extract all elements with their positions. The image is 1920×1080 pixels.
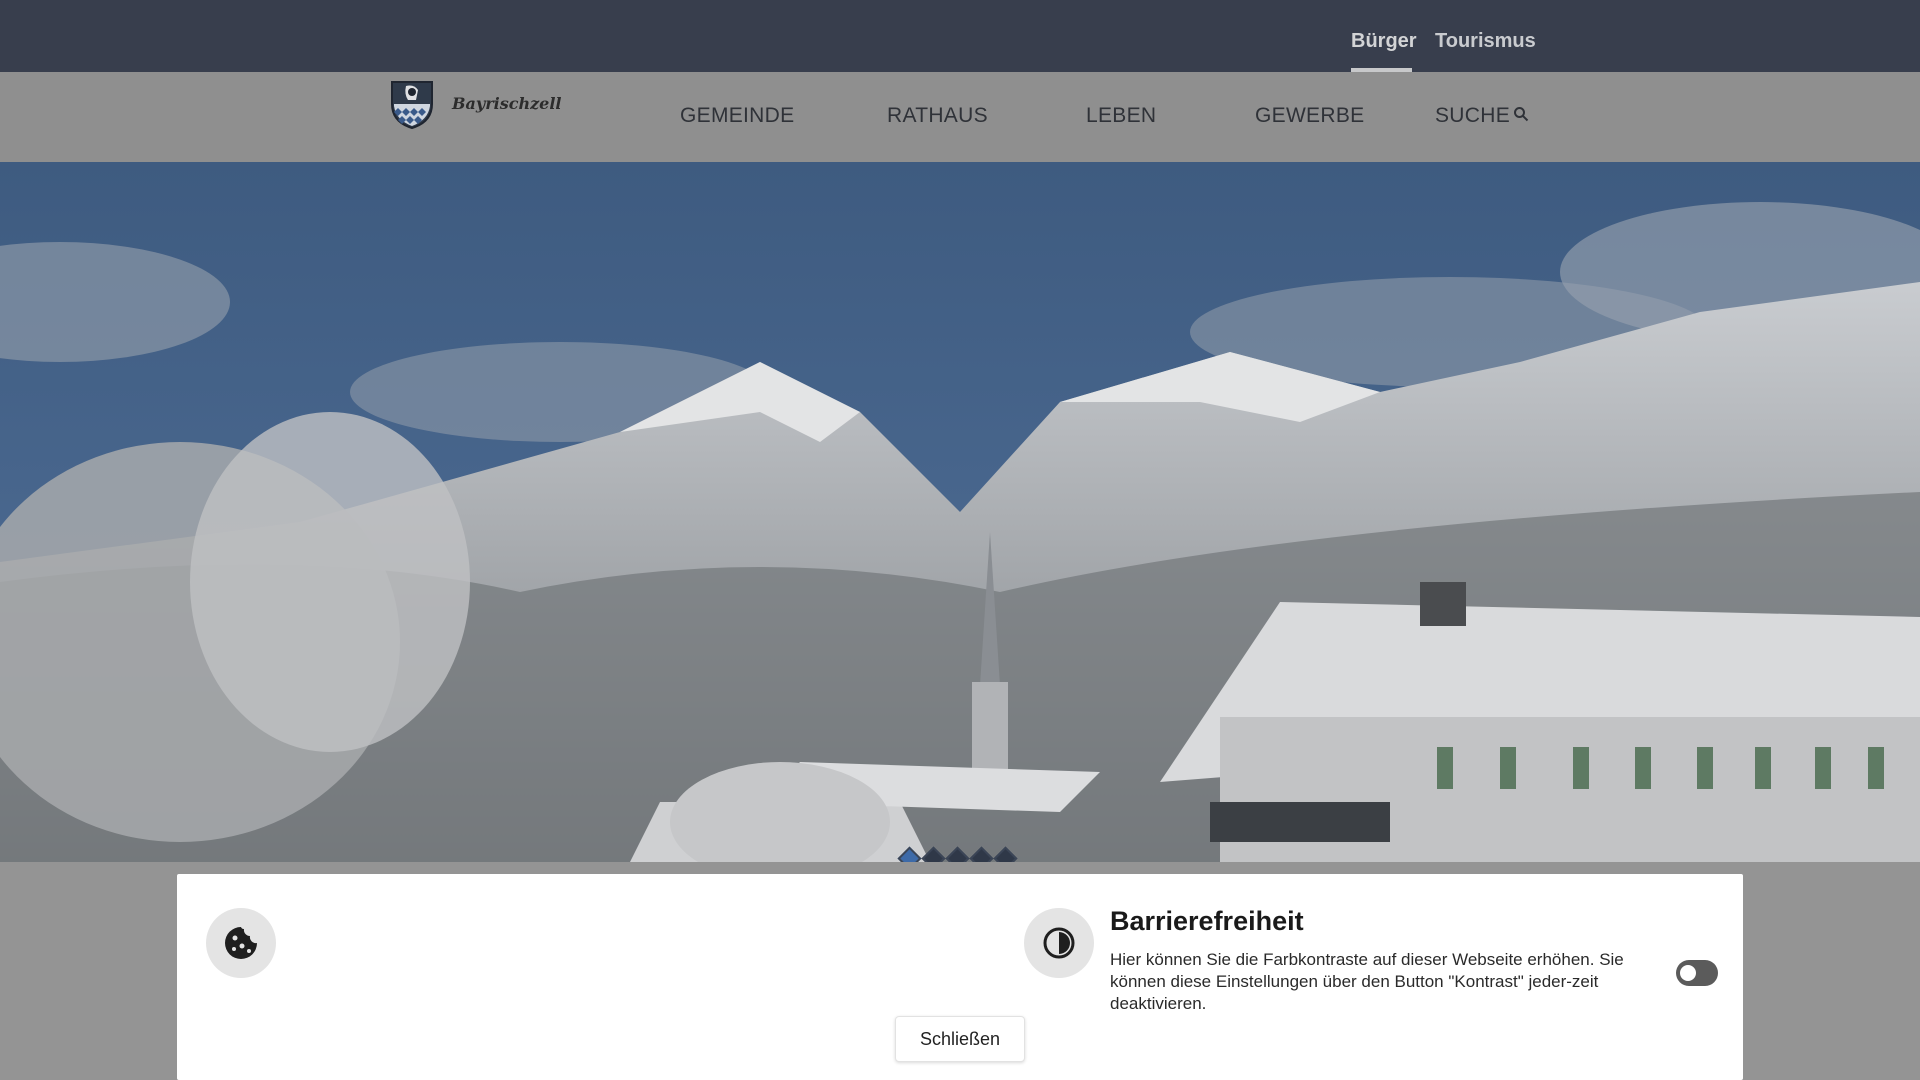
hero-image <box>0 162 1920 862</box>
toggle-knob <box>1680 965 1696 981</box>
contrast-icon <box>1043 927 1075 959</box>
contrast-toggle[interactable] <box>1676 960 1718 986</box>
nav-item-gewerbe[interactable]: GEWERBE <box>1255 104 1364 128</box>
contrast-icon-button[interactable] <box>1024 908 1094 978</box>
topbar-link-tourismus[interactable]: Tourismus <box>1435 30 1536 53</box>
accessibility-title: Barrierefreiheit <box>1110 906 1304 936</box>
nav-item-gemeinde[interactable]: GEMEINDE <box>680 104 794 128</box>
close-button[interactable]: Schließen <box>895 1016 1025 1062</box>
accessibility-description: Hier können Sie die Farbkontraste auf di… <box>1110 950 1624 1013</box>
coat-of-arms-icon <box>391 81 433 130</box>
nav-item-suche[interactable]: SUCHE <box>1435 104 1510 128</box>
logo-text[interactable]: Bayrischzell <box>452 94 562 113</box>
search-icon[interactable] <box>1513 106 1529 122</box>
nav-item-rathaus[interactable]: RATHAUS <box>887 104 988 128</box>
nav-item-leben[interactable]: LEBEN <box>1086 104 1156 128</box>
cookie-icon-button[interactable] <box>206 908 276 978</box>
topbar-link-buerger[interactable]: Bürger <box>1351 30 1417 53</box>
top-bar: Bürger Tourismus <box>0 0 1920 72</box>
cookie-icon <box>225 927 257 959</box>
